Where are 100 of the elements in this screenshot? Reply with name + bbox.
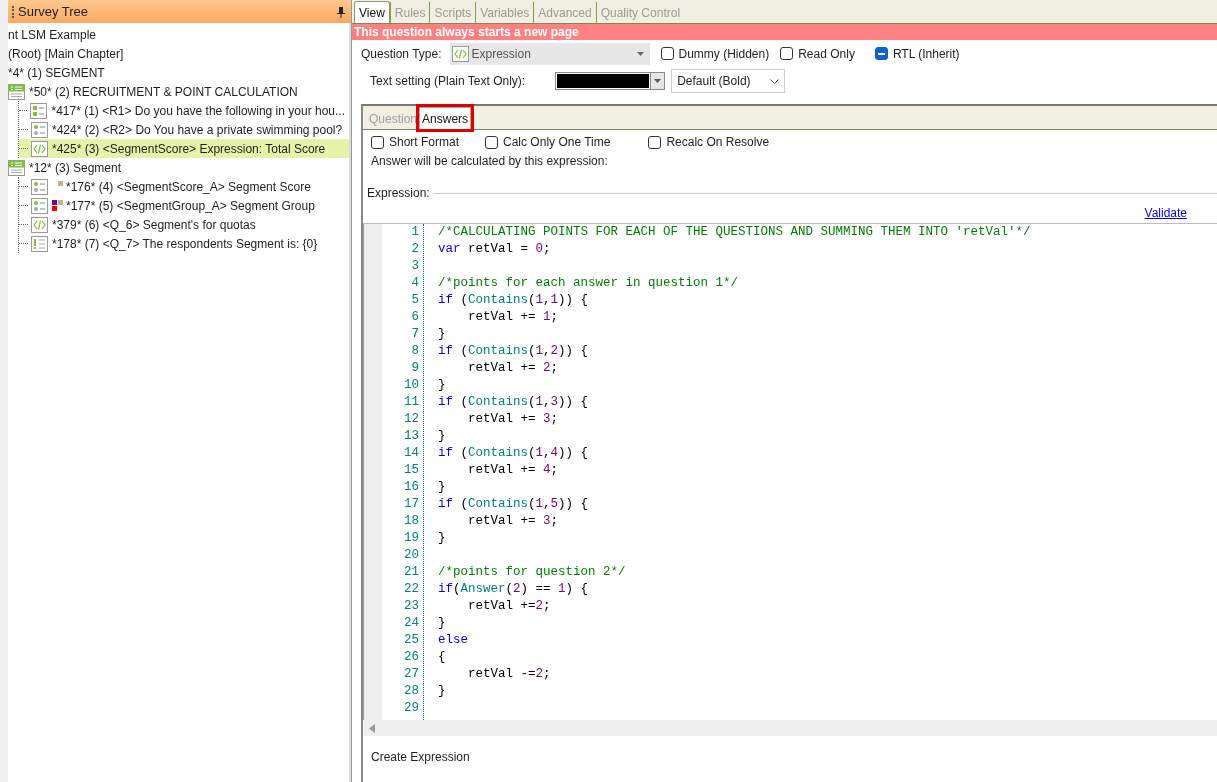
line-number: 22 — [403, 581, 419, 598]
code-icon — [451, 45, 469, 62]
tree-item[interactable]: *12* (3) Segment — [8, 158, 349, 177]
line-number: 26 — [403, 649, 419, 666]
code-line: } — [438, 615, 447, 632]
code-line: retVal -=2; — [467, 666, 552, 683]
style-dropdown[interactable]: Default (Bold) — [671, 69, 786, 93]
checkbox[interactable] — [485, 135, 499, 149]
code-icon — [31, 140, 48, 157]
line-number: 14 — [403, 445, 419, 462]
line-number: 13 — [403, 428, 419, 445]
checkbox[interactable] — [660, 47, 674, 60]
tree-item[interactable]: *4* (1) SEGMENT — [8, 63, 349, 82]
line-number: 16 — [403, 479, 419, 496]
expression-label: Expression: — [367, 185, 430, 202]
line-number: 21 — [403, 564, 419, 581]
line-number: 11 — [403, 394, 419, 411]
code-line: { — [438, 649, 447, 666]
code-line: retVal += 3; — [467, 411, 560, 428]
code-icon — [31, 216, 48, 233]
line-number: 17 — [403, 496, 419, 513]
tree-item[interactable]: nt LSM Example — [8, 25, 349, 44]
line-number: 20 — [403, 547, 419, 564]
radio-list-icon — [31, 178, 48, 195]
list-icon — [8, 83, 25, 100]
tree-item[interactable]: *176* (4) <SegmentScore_A> Segment Score — [19, 177, 349, 196]
code-line: } — [438, 377, 447, 394]
checklist-icon — [30, 102, 48, 119]
tree-item[interactable]: *177* (5) <SegmentGroup_A> Segment Group — [19, 196, 349, 215]
code-line: } — [438, 530, 447, 547]
tree-item[interactable]: (Root) [Main Chapter] — [8, 44, 349, 63]
pin-icon[interactable] — [337, 6, 345, 18]
question-type-dropdown[interactable]: Expression — [449, 42, 650, 65]
code-line: /*CALCULATING POINTS FOR EACH OF THE QUESTIONS AND SUMMING THEM INTO 'retVal'*/ — [438, 224, 1032, 241]
line-number: 27 — [403, 666, 419, 683]
checkbox-label: Dummy (Hidden) — [678, 45, 770, 63]
code-line: /*points for question 2*/ — [438, 564, 627, 581]
validate-link[interactable]: Validate — [1144, 203, 1187, 222]
line-number: 6 — [410, 309, 419, 326]
color-picker[interactable] — [555, 72, 666, 90]
code-line: retVal += 1; — [467, 309, 560, 326]
checkbox-label: RTL (Inherit) — [892, 45, 960, 63]
line-number: 29 — [403, 700, 419, 717]
tree-item[interactable]: *379* (6) <Q_6> Segment's for quotas — [19, 215, 349, 234]
line-number: 23 — [403, 598, 419, 615]
code-line: if (Contains(1,5)) { — [438, 496, 590, 513]
line-number: 24 — [403, 615, 419, 632]
field-label: Question Type: — [361, 45, 442, 63]
checkbox-label: Calc Only One Time — [503, 134, 611, 151]
code-line: } — [438, 326, 447, 343]
tree-item[interactable]: *425* (3) <SegmentScore> Expression: Total Score — [19, 139, 349, 158]
list-icon — [8, 159, 25, 176]
line-number: 28 — [403, 683, 419, 700]
checkbox-label: Read Only — [798, 45, 855, 63]
code-line: retVal += 3; — [467, 513, 560, 530]
line-number: 2 — [410, 241, 419, 258]
code-line: retVal += 4; — [467, 462, 560, 479]
code-line: /*points for each answer in question 1*/ — [438, 275, 740, 292]
line-number: 7 — [410, 326, 419, 343]
line-number: 1 — [410, 224, 419, 241]
hint-text: Answer will be calculated by this expression: — [370, 153, 609, 170]
code-line: retVal +=2; — [467, 598, 552, 615]
line-number: 4 — [410, 275, 419, 292]
tree-item[interactable]: *417* (1) <R1> Do you have the following in your hou... — [19, 101, 349, 120]
code-line: } — [438, 428, 447, 445]
radio-list-icon — [31, 197, 48, 214]
code-line: if (Contains(1,3)) { — [438, 394, 590, 411]
tree-item[interactable]: *178* (7) <Q_7> The respondents Segment is: {0} — [19, 234, 349, 253]
code-line: if (Contains(1,4)) { — [438, 445, 590, 462]
code-line: if (Contains(1,2)) { — [438, 343, 590, 360]
line-number: 18 — [403, 513, 419, 530]
tree-item[interactable]: *50* (2) RECRUITMENT & POINT CALCULATION — [8, 82, 349, 101]
code-line: } — [438, 683, 447, 700]
tree-item[interactable]: *424* (2) <R2> Do You have a private swimming pool? — [19, 120, 349, 139]
create-expression-label: Create Expression — [371, 750, 470, 764]
line-number: 19 — [403, 530, 419, 547]
checkbox[interactable] — [371, 135, 384, 149]
line-number: 5 — [410, 292, 419, 309]
tab[interactable]: Answers — [419, 107, 472, 129]
line-number: 9 — [410, 360, 419, 377]
tab[interactable]: View — [354, 1, 390, 23]
line-number: 3 — [410, 258, 419, 275]
horizontal-scrollbar[interactable] — [363, 720, 1217, 736]
line-number: 8 — [410, 343, 419, 360]
chevron-down-icon — [770, 78, 780, 84]
line-number: 12 — [403, 411, 419, 428]
checkbox[interactable] — [874, 47, 888, 60]
warning-banner: This question always starts a new page — [352, 24, 1217, 40]
radio-list-icon — [31, 121, 48, 138]
line-number: 10 — [403, 377, 419, 394]
checkbox-label: Recalc On Resolve — [666, 134, 770, 151]
checkbox-label: Short Format — [389, 134, 460, 151]
code-line: retVal += 2; — [467, 360, 560, 377]
caret-icon — [654, 79, 662, 83]
checkbox[interactable] — [648, 135, 662, 149]
panel-title: Survey Tree — [18, 2, 89, 21]
line-number: 25 — [403, 632, 419, 649]
code-line: if (Contains(1,1)) { — [438, 292, 590, 309]
checkbox[interactable] — [780, 47, 794, 60]
code-line: if(Answer(2) == 1) { — [438, 581, 590, 598]
